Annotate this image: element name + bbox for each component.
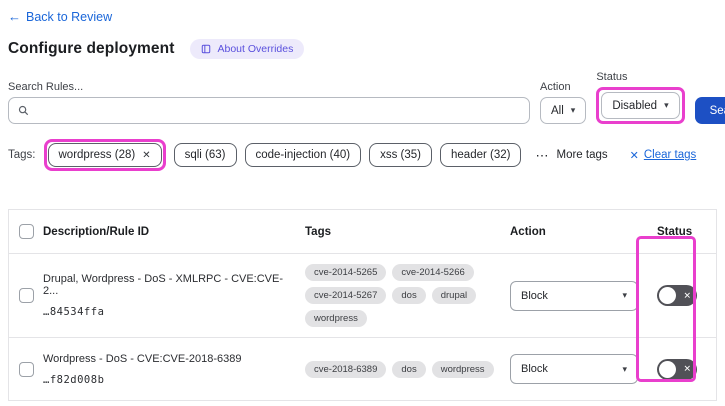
filter-row: Search Rules... Action All ▾ Status Disa… [8, 71, 725, 124]
tag-pill: cve-2014-5267 [305, 287, 387, 304]
rule-id: …f82d008b [43, 373, 105, 386]
back-to-review-link[interactable]: ← Back to Review [8, 10, 112, 24]
x-icon: ✕ [683, 363, 691, 374]
book-icon [202, 44, 211, 54]
tag-chip[interactable]: sqli (63) [173, 143, 237, 167]
status-dropdown[interactable]: Disabled ▾ [601, 92, 680, 119]
action-dropdown-value: All [551, 104, 564, 117]
status-label: Status [596, 71, 628, 83]
row-checkbox-cell [9, 288, 43, 303]
tags-label: Tags: [8, 149, 36, 161]
tag-pill: cve-2014-5266 [392, 264, 474, 281]
table-row: Wordpress - DoS - CVE:CVE-2018-6389 …f82d… [9, 338, 716, 400]
tags-cell: cve-2018-6389 dos wordpress [305, 360, 510, 378]
status-dropdown-highlight: Disabled ▾ [596, 87, 685, 124]
back-arrow-icon: ← [8, 9, 21, 24]
action-dropdown[interactable]: All ▾ [540, 97, 587, 124]
about-overrides-label: About Overrides [217, 43, 294, 55]
more-tags-button[interactable]: ⋯ More tags [535, 149, 607, 162]
tag-chip[interactable]: xss (35) [369, 143, 433, 167]
ellipsis-icon: ⋯ [535, 147, 550, 163]
action-filter-group: Action All ▾ [540, 81, 587, 124]
tag-chip[interactable]: code-injection (40) [244, 143, 362, 167]
close-icon[interactable]: ✕ [142, 150, 150, 161]
search-rules-input[interactable] [36, 103, 520, 118]
status-toggle[interactable]: ✕ [657, 285, 697, 306]
configure-deployment-page: ← Back to Review Configure deployment Ab… [0, 0, 725, 406]
action-select[interactable]: Block ▾ [510, 354, 638, 384]
page-title: Configure deployment [8, 40, 175, 57]
tag-chip-wordpress[interactable]: wordpress (28) ✕ [47, 143, 162, 167]
col-header-action: Action [510, 225, 546, 238]
rules-table: Description/Rule ID Tags Action Status D… [8, 209, 717, 401]
status-filter-group: Status Disabled ▾ [596, 71, 685, 124]
clear-tags-link[interactable]: ✕ Clear tags [630, 149, 697, 162]
search-button[interactable]: Search [694, 97, 725, 124]
search-group: Search Rules... [8, 81, 530, 124]
rule-id: …84534ffa [43, 306, 105, 318]
status-toggle[interactable]: ✕ [657, 358, 697, 380]
action-cell: Block ▾ [510, 280, 647, 311]
tag-chip[interactable]: header (32) [440, 143, 522, 167]
chevron-down-icon: ▾ [664, 100, 669, 110]
tag-pill: wordpress [305, 310, 367, 327]
chevron-down-icon: ▾ [622, 363, 627, 374]
action-select-value: Block [521, 289, 548, 302]
action-select-value: Block [521, 363, 548, 375]
status-cell: ✕ [647, 358, 716, 380]
toggle-knob [659, 287, 676, 304]
chevron-down-icon: ▾ [570, 105, 576, 115]
search-rules-label: Search Rules... [8, 81, 84, 93]
about-overrides-badge[interactable]: About Overrides [190, 39, 305, 59]
tag-chip-list: sqli (63) code-injection (40) xss (35) head… [173, 143, 530, 167]
tag-pill: cve-2014-5265 [305, 264, 387, 281]
rule-description: Drupal, Wordpress - DoS - XMLRPC - CVE:C… [43, 273, 284, 297]
clear-x-icon: ✕ [629, 149, 639, 162]
table-body: Drupal, Wordpress - DoS - XMLRPC - CVE:C… [9, 254, 716, 400]
select-all-checkbox[interactable] [18, 224, 34, 239]
tag-chip-label: wordpress (28) [58, 149, 136, 161]
tag-pill: dos [392, 287, 426, 304]
back-link-label: Back to Review [26, 9, 113, 24]
col-header-status: Status [657, 225, 693, 238]
row-checkbox-cell [9, 361, 43, 377]
col-header-description: Description/Rule ID [43, 225, 150, 238]
toggle-knob [659, 360, 676, 378]
status-dropdown-value: Disabled [612, 99, 658, 112]
row-checkbox[interactable] [18, 288, 34, 303]
x-icon: ✕ [683, 290, 691, 300]
tags-filter-row: Tags: wordpress (28) ✕ sqli (63) code-inj… [8, 139, 717, 171]
tag-pill: wordpress [431, 360, 494, 378]
title-row: Configure deployment About Overrides [8, 39, 717, 59]
action-select[interactable]: Block ▾ [510, 280, 638, 311]
more-tags-label: More tags [556, 149, 608, 161]
search-box[interactable] [8, 97, 530, 124]
tag-pill: drupal [431, 287, 477, 304]
description-cell: Drupal, Wordpress - DoS - XMLRPC - CVE:C… [43, 273, 305, 318]
description-cell: Wordpress - DoS - CVE:CVE-2018-6389 …f82d… [43, 353, 305, 386]
rule-description: Wordpress - DoS - CVE:CVE-2018-6389 [43, 352, 242, 365]
row-checkbox[interactable] [18, 361, 34, 377]
clear-tags-label: Clear tags [643, 149, 697, 161]
chevron-down-icon: ▾ [622, 290, 627, 300]
search-icon [18, 105, 29, 116]
action-label: Action [540, 81, 571, 93]
table-header-row: Description/Rule ID Tags Action Status [9, 210, 716, 254]
tag-pill: dos [392, 360, 426, 378]
action-cell: Block ▾ [510, 354, 647, 384]
selected-tag-highlight: wordpress (28) ✕ [43, 139, 166, 171]
status-cell: ✕ [647, 285, 716, 306]
header-checkbox-cell [9, 224, 43, 239]
tag-pill: cve-2018-6389 [305, 360, 387, 378]
tags-cell: cve-2014-5265 cve-2014-5266 cve-2014-5267 d… [305, 264, 510, 327]
col-header-tags: Tags [305, 225, 331, 238]
table-row: Drupal, Wordpress - DoS - XMLRPC - CVE:C… [9, 254, 716, 338]
